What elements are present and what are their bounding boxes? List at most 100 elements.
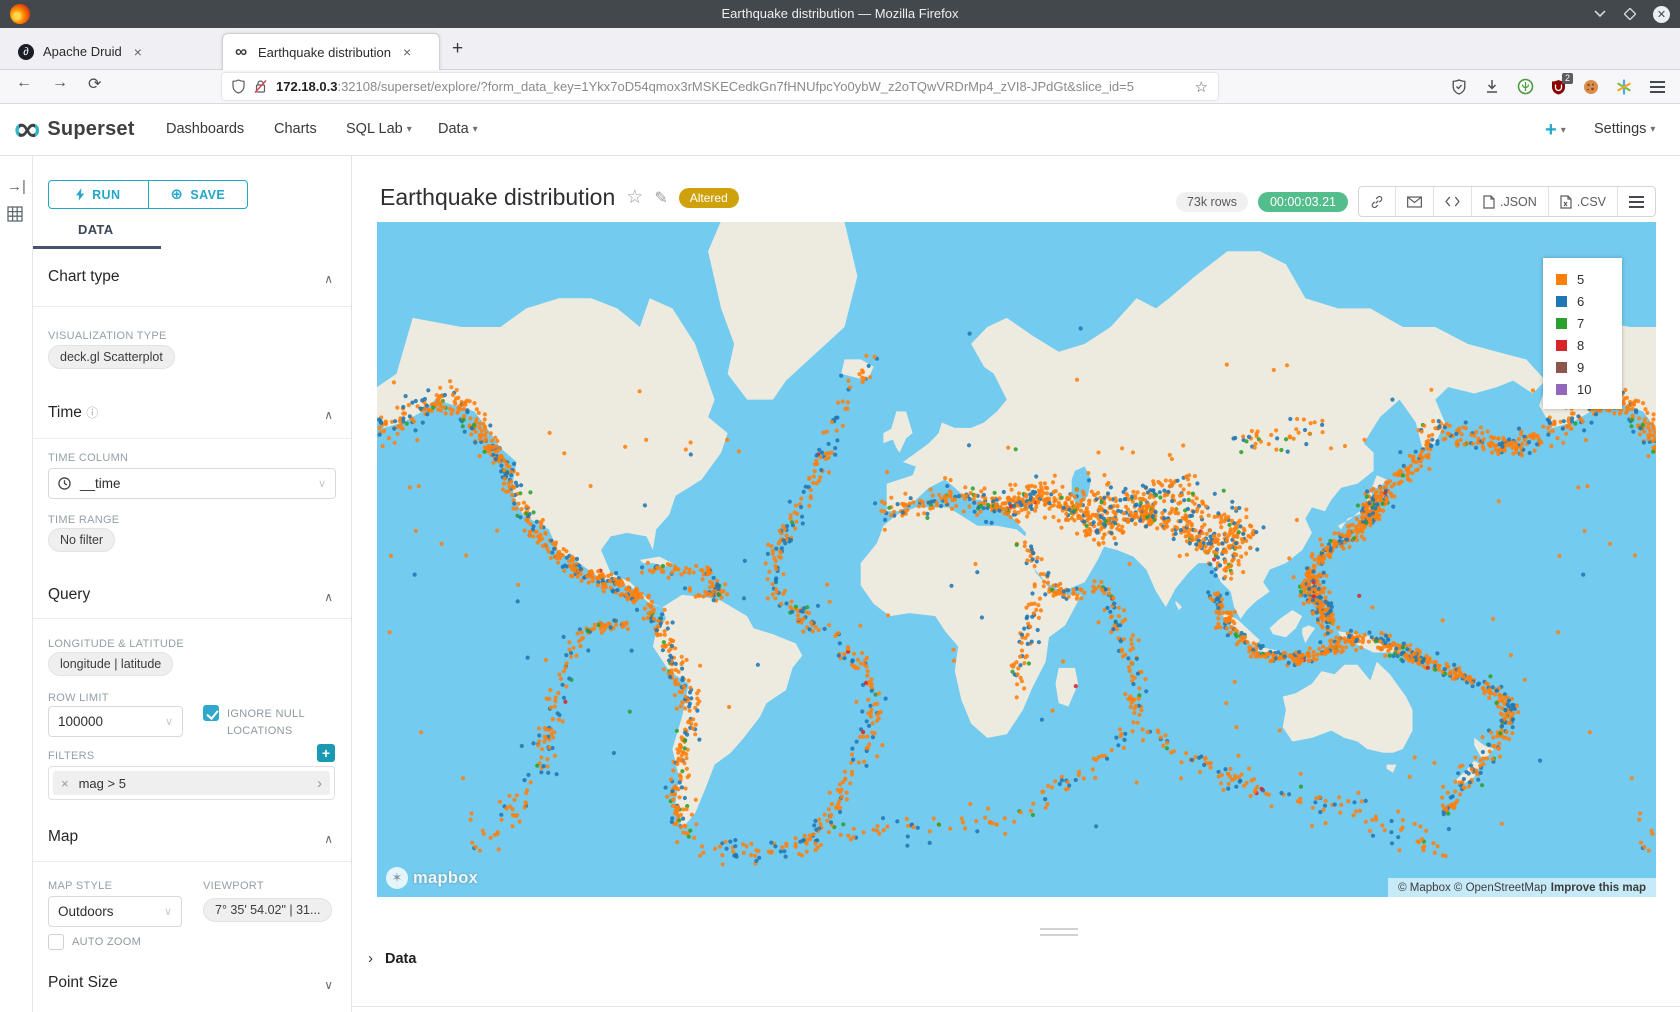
section-chart-type[interactable]: Chart type [48, 268, 120, 286]
legend-swatch [1556, 384, 1567, 395]
panel-resize-handle[interactable] [1040, 928, 1078, 940]
section-time[interactable]: Time ⓘ [48, 404, 98, 422]
ublock-icon[interactable]: 2 [1549, 78, 1567, 96]
legend-item[interactable]: 9 [1556, 356, 1622, 378]
legend-item[interactable]: 7 [1556, 312, 1622, 334]
reload-button[interactable]: ⟳ [88, 74, 101, 94]
time-range-value[interactable]: No filter [48, 528, 115, 552]
chevron-up-icon[interactable]: ∧ [324, 832, 333, 846]
deckgl-map[interactable]: 567 8 910 ✶ mapbox © Mapbox © OpenStreetMa… [377, 222, 1656, 897]
tab-apache-druid[interactable]: ∂ Apache Druid × [8, 33, 218, 70]
remove-filter-icon[interactable]: × [61, 776, 69, 791]
auto-zoom-label: AUTO ZOOM [72, 936, 141, 948]
map-attribution: © Mapbox © OpenStreetMap Improve this ma… [1388, 878, 1656, 897]
time-column-select[interactable]: __time ∨ [48, 468, 336, 499]
chart-menu-button[interactable] [1617, 187, 1655, 216]
window-minimize-icon[interactable] [1593, 7, 1607, 21]
firefox-titlebar: Earthquake distribution — Mozilla Firefo… [0, 0, 1680, 28]
filter-chip[interactable]: × mag > 5 › [53, 771, 330, 795]
auto-zoom-checkbox[interactable] [48, 934, 64, 950]
firefox-menu-icon[interactable] [1648, 78, 1666, 96]
add-filter-button[interactable]: + [317, 744, 335, 762]
chevron-up-icon[interactable]: ∧ [324, 272, 333, 286]
section-map[interactable]: Map [48, 828, 78, 846]
legend-item[interactable]: 8 [1556, 334, 1622, 356]
nav-dashboards[interactable]: Dashboards [166, 121, 244, 137]
legend-label: 8 [1577, 338, 1584, 353]
time-column-label: TIME COLUMN [48, 452, 128, 464]
nav-settings[interactable]: Settings▾ [1594, 121, 1655, 137]
ublock-badge: 2 [1562, 73, 1573, 84]
downloads-icon[interactable] [1483, 78, 1501, 96]
tab-data[interactable]: DATA [78, 222, 113, 237]
chevron-down-icon[interactable]: ∨ [324, 978, 333, 992]
map-style-label: MAP STYLE [48, 880, 112, 892]
extension-green-icon[interactable] [1516, 78, 1534, 96]
clock-icon [58, 477, 71, 490]
row-limit-select[interactable]: 100000 ∨ [48, 706, 183, 737]
data-panel-label: Data [385, 951, 416, 967]
legend-item[interactable]: 5 [1556, 268, 1622, 290]
tab-close-icon[interactable]: × [403, 44, 411, 60]
tab-title: Earthquake distribution [258, 45, 391, 60]
world-map-canvas [377, 222, 1656, 897]
chevron-up-icon[interactable]: ∧ [324, 590, 333, 604]
window-title: Earthquake distribution — Mozilla Firefo… [0, 0, 1680, 28]
url-bar[interactable]: 172.18.0.3:32108/superset/explore/?form_… [222, 73, 1218, 100]
cookie-icon[interactable] [1582, 78, 1600, 96]
tab-title: Apache Druid [43, 44, 122, 59]
favorite-star-icon[interactable]: ☆ [626, 186, 643, 209]
viewport-value[interactable]: 7° 35' 54.02" | 31... [203, 898, 332, 922]
collapse-panel-icon[interactable]: →| [7, 178, 26, 195]
attribution-text[interactable]: © Mapbox © OpenStreetMap [1398, 882, 1547, 894]
extension-asterisk-icon[interactable] [1615, 78, 1633, 96]
dataset-grid-icon[interactable] [7, 206, 23, 226]
chevron-down-icon: ∨ [164, 905, 172, 918]
viz-type-value[interactable]: deck.gl Scatterplot [48, 345, 175, 369]
bookmark-star-icon[interactable]: ☆ [1195, 78, 1208, 96]
window-maximize-icon[interactable] [1623, 7, 1637, 21]
chevron-right-icon[interactable]: › [317, 775, 322, 792]
edit-properties-icon[interactable]: ✎ [654, 188, 667, 208]
window-close-icon[interactable]: ✕ [1653, 6, 1670, 23]
tab-close-icon[interactable]: × [134, 44, 142, 60]
nav-data[interactable]: Data▾ [438, 121, 478, 137]
nav-sql-lab[interactable]: SQL Lab▾ [346, 121, 412, 137]
chevron-up-icon[interactable]: ∧ [324, 408, 333, 422]
save-button[interactable]: ⊕ SAVE [148, 181, 248, 208]
share-link-button[interactable] [1359, 187, 1395, 216]
nav-charts[interactable]: Charts [274, 121, 317, 137]
map-legend: 567 8 910 [1543, 258, 1622, 409]
run-button[interactable]: RUN [49, 181, 148, 208]
viewport-label: VIEWPORT [203, 880, 264, 892]
map-style-select[interactable]: Outdoors ∨ [48, 896, 182, 927]
pocket-shield-icon[interactable] [1450, 78, 1468, 96]
back-button[interactable]: ← [16, 74, 32, 92]
superset-navbar: ∞ Superset Dashboards Charts SQL Lab▾ Da… [0, 104, 1680, 156]
chart-main-area: Earthquake distribution ☆ ✎ Altered 73k … [352, 156, 1680, 1012]
section-query[interactable]: Query [48, 586, 90, 604]
mapbox-logo[interactable]: ✶ mapbox [386, 867, 478, 889]
export-csv-button[interactable]: .CSV [1548, 187, 1617, 216]
new-tab-button[interactable]: + [452, 38, 463, 60]
ignore-null-checkbox[interactable] [203, 705, 219, 721]
lonlat-value[interactable]: longitude | latitude [48, 652, 173, 676]
email-button[interactable] [1395, 187, 1433, 216]
improve-map-link[interactable]: Improve this map [1551, 882, 1646, 894]
export-json-button[interactable]: .JSON [1471, 187, 1548, 216]
altered-badge[interactable]: Altered [679, 188, 739, 208]
druid-favicon: ∂ [18, 44, 34, 60]
insecure-lock-icon[interactable] [254, 79, 267, 94]
legend-item[interactable]: 6 [1556, 290, 1622, 312]
add-new-button[interactable]: +▾ [1545, 119, 1566, 142]
section-point-size[interactable]: Point Size [48, 974, 118, 992]
tab-earthquake-distribution[interactable]: ∞ Earthquake distribution × [222, 33, 440, 70]
superset-brand[interactable]: ∞ Superset [14, 112, 135, 146]
left-icon-rail: →| [0, 156, 33, 1012]
forward-button[interactable]: → [52, 74, 68, 92]
row-count-badge: 73k rows [1176, 192, 1248, 212]
embed-code-button[interactable] [1433, 187, 1471, 216]
legend-item[interactable]: 10 [1556, 378, 1622, 400]
tracking-shield-icon[interactable] [232, 79, 245, 94]
data-panel-toggle[interactable]: › Data [368, 950, 416, 967]
